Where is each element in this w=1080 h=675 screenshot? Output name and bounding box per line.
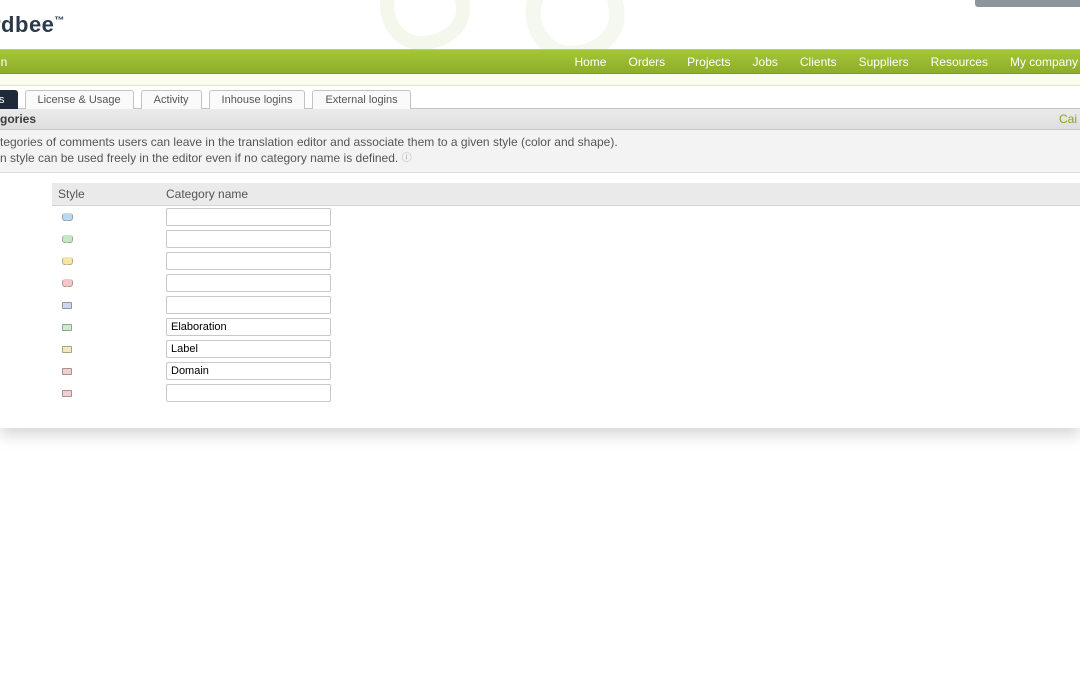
- desc-line2-text: n style can be used freely in the editor…: [0, 151, 402, 165]
- description: tegories of comments users can leave in …: [0, 130, 1080, 173]
- nav-suppliers[interactable]: Suppliers: [859, 55, 909, 69]
- table-row: [52, 338, 1080, 360]
- category-name-input[interactable]: [166, 384, 331, 402]
- table-row: [52, 272, 1080, 294]
- category-name-input[interactable]: [166, 318, 331, 336]
- comment-square-pink-icon: [62, 368, 72, 375]
- tab-active[interactable]: s: [0, 90, 18, 109]
- table-row: [52, 294, 1080, 316]
- nav-jobs[interactable]: Jobs: [753, 55, 778, 69]
- col-name: Category name: [160, 183, 1080, 206]
- tab-activity[interactable]: Activity: [141, 90, 202, 109]
- category-table: Style Category name: [52, 183, 1080, 404]
- comment-bubble-yellow-icon: [62, 257, 73, 265]
- watermark: [380, 0, 620, 49]
- tab-active-label: s: [0, 94, 5, 106]
- tab-external[interactable]: External logins: [312, 90, 410, 109]
- tab-license[interactable]: License & Usage: [25, 90, 134, 109]
- comment-bubble-blue-icon: [62, 213, 73, 221]
- category-name-input[interactable]: [166, 274, 331, 292]
- tabs-row: s License & Usage Activity Inhouse login…: [0, 86, 1080, 109]
- desc-line1: tegories of comments users can leave in …: [0, 135, 1076, 151]
- col-style: Style: [52, 183, 160, 206]
- tab-activity-label: Activity: [154, 94, 189, 106]
- top-bar: rdbee™ Help My acco: [0, 0, 1080, 49]
- sub-bar: [0, 74, 1080, 86]
- desc-line2: n style can be used freely in the editor…: [0, 151, 1076, 167]
- nav-home[interactable]: Home: [574, 55, 606, 69]
- category-name-input[interactable]: [166, 252, 331, 270]
- table-row: [52, 382, 1080, 404]
- nav-clients[interactable]: Clients: [800, 55, 837, 69]
- tab-external-label: External logins: [325, 94, 397, 106]
- account-box: Help My acco: [975, 0, 1080, 7]
- section-title: gories: [0, 112, 36, 126]
- comment-square-yellow-icon: [62, 346, 72, 353]
- nav-resources[interactable]: Resources: [931, 55, 988, 69]
- nav-right-group: Home Orders Projects Jobs Clients Suppli…: [574, 55, 1080, 69]
- nav-orders[interactable]: Orders: [628, 55, 665, 69]
- nav-left-fragment[interactable]: in: [0, 55, 7, 69]
- comment-square-green-icon: [62, 324, 72, 331]
- logo: rdbee™: [0, 12, 65, 38]
- category-name-input[interactable]: [166, 208, 331, 226]
- table-row: [52, 228, 1080, 250]
- table-row: [52, 250, 1080, 272]
- category-name-input[interactable]: [166, 340, 331, 358]
- category-name-input[interactable]: [166, 296, 331, 314]
- tab-license-label: License & Usage: [38, 94, 121, 106]
- section-header: gories Cai: [0, 109, 1080, 130]
- nav-mycompany[interactable]: My company: [1010, 55, 1078, 69]
- nav-projects[interactable]: Projects: [687, 55, 730, 69]
- tab-inhouse-label: Inhouse logins: [222, 94, 293, 106]
- comment-square-blue-icon: [62, 302, 72, 309]
- category-name-input[interactable]: [166, 230, 331, 248]
- tab-inhouse[interactable]: Inhouse logins: [209, 90, 306, 109]
- table-row: [52, 206, 1080, 229]
- main-nav: in Home Orders Projects Jobs Clients Sup…: [0, 49, 1080, 74]
- cancel-link[interactable]: Cai: [1059, 112, 1077, 126]
- table-row: [52, 316, 1080, 338]
- category-name-input[interactable]: [166, 362, 331, 380]
- category-table-wrap: Style Category name: [0, 173, 1080, 422]
- comment-bubble-green-icon: [62, 235, 73, 243]
- trademark: ™: [54, 15, 65, 26]
- logo-text: rdbee: [0, 12, 54, 37]
- comment-bubble-pink-icon: [62, 279, 73, 287]
- comment-square-pink2-icon: [62, 390, 72, 397]
- table-row: [52, 360, 1080, 382]
- info-icon[interactable]: ⓘ: [402, 152, 412, 165]
